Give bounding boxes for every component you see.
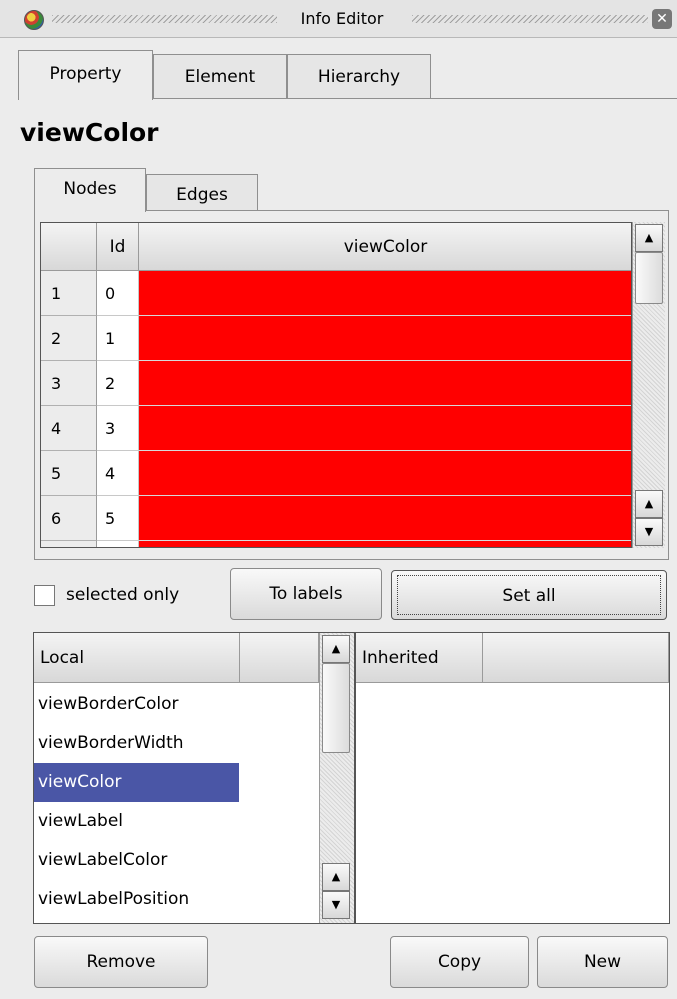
list-item[interactable]: viewLabelPosition (34, 880, 318, 919)
node-id[interactable] (97, 541, 139, 547)
list-item[interactable]: viewLabelColor (34, 841, 318, 880)
table-scrollbar[interactable]: ▲ ▲ ▼ (632, 222, 665, 548)
color-cell[interactable] (139, 541, 631, 547)
scroll-up-icon[interactable]: ▲ (322, 635, 350, 663)
table-corner-header (41, 223, 97, 271)
list-item[interactable]: viewBorderWidth (34, 724, 318, 763)
selected-only-checkbox[interactable] (34, 585, 55, 606)
local-scrollbar[interactable]: ▲ ▲ ▼ (319, 633, 354, 923)
color-cell[interactable] (139, 271, 631, 316)
set-all-button[interactable]: Set all (391, 570, 667, 620)
tab-edges[interactable]: Edges (146, 174, 258, 214)
remove-button[interactable]: Remove (34, 936, 208, 988)
scroll-thumb[interactable] (635, 252, 663, 304)
to-labels-button[interactable]: To labels (230, 568, 382, 620)
color-cell[interactable] (139, 406, 631, 451)
table-row[interactable]: 6 5 (41, 496, 631, 541)
node-id[interactable]: 4 (97, 451, 139, 496)
row-number[interactable]: 5 (41, 451, 97, 496)
title-grip-right (412, 15, 648, 23)
local-list[interactable]: Local viewBorderColor viewBorderWidth vi… (33, 632, 355, 924)
tab-element[interactable]: Element (153, 54, 287, 98)
table-row[interactable]: 2 1 (41, 316, 631, 361)
table-row[interactable]: 1 0 (41, 271, 631, 316)
window-title: Info Editor (300, 9, 384, 28)
close-icon[interactable]: ✕ (652, 9, 672, 29)
scroll-thumb[interactable] (322, 663, 350, 753)
row-number[interactable] (41, 541, 97, 547)
local-column-header-2[interactable] (240, 633, 319, 683)
inherited-list[interactable]: Inherited (355, 632, 670, 924)
node-id[interactable]: 2 (97, 361, 139, 406)
selected-only-label[interactable]: selected only (66, 582, 179, 608)
node-id[interactable]: 3 (97, 406, 139, 451)
scroll-up-icon[interactable]: ▲ (635, 490, 663, 518)
color-cell[interactable] (139, 451, 631, 496)
scroll-up-icon[interactable]: ▲ (322, 863, 350, 891)
set-all-label: Set all (397, 575, 661, 615)
color-cell[interactable] (139, 496, 631, 541)
row-number[interactable]: 4 (41, 406, 97, 451)
table-row[interactable]: 3 2 (41, 361, 631, 406)
node-id[interactable]: 0 (97, 271, 139, 316)
node-id[interactable]: 5 (97, 496, 139, 541)
row-number[interactable]: 6 (41, 496, 97, 541)
inherited-column-header-2[interactable] (483, 633, 669, 683)
viewcolor-column-header[interactable]: viewColor (139, 223, 631, 271)
title-bar[interactable]: Info Editor ✕ (0, 0, 677, 38)
scroll-down-icon[interactable]: ▼ (635, 518, 663, 546)
row-number[interactable]: 3 (41, 361, 97, 406)
app-icon (24, 10, 44, 30)
property-title: viewColor (20, 118, 159, 147)
inherited-column-header[interactable]: Inherited (356, 633, 483, 683)
table-row[interactable] (41, 541, 631, 547)
table-row[interactable]: 4 3 (41, 406, 631, 451)
nodes-table[interactable]: Id viewColor 1 0 2 1 3 2 4 3 5 4 6 5 (40, 222, 632, 548)
row-number[interactable]: 2 (41, 316, 97, 361)
color-cell[interactable] (139, 361, 631, 406)
local-items: viewBorderColor viewBorderWidth viewColo… (34, 685, 318, 923)
new-button[interactable]: New (537, 936, 668, 988)
list-item[interactable]: viewLabel (34, 802, 318, 841)
list-item-selected[interactable]: viewColor (34, 763, 239, 802)
scroll-up-icon[interactable]: ▲ (635, 224, 663, 252)
scroll-down-icon[interactable]: ▼ (322, 891, 350, 919)
tab-property[interactable]: Property (18, 50, 153, 100)
list-item[interactable]: viewBorderColor (34, 685, 318, 724)
tab-nodes[interactable]: Nodes (34, 168, 146, 212)
tab-hierarchy[interactable]: Hierarchy (287, 54, 431, 98)
node-id[interactable]: 1 (97, 316, 139, 361)
color-cell[interactable] (139, 316, 631, 361)
copy-button[interactable]: Copy (390, 936, 529, 988)
row-number[interactable]: 1 (41, 271, 97, 316)
id-column-header[interactable]: Id (97, 223, 139, 271)
title-grip-left (52, 15, 277, 23)
local-column-header[interactable]: Local (34, 633, 240, 683)
table-row[interactable]: 5 4 (41, 451, 631, 496)
